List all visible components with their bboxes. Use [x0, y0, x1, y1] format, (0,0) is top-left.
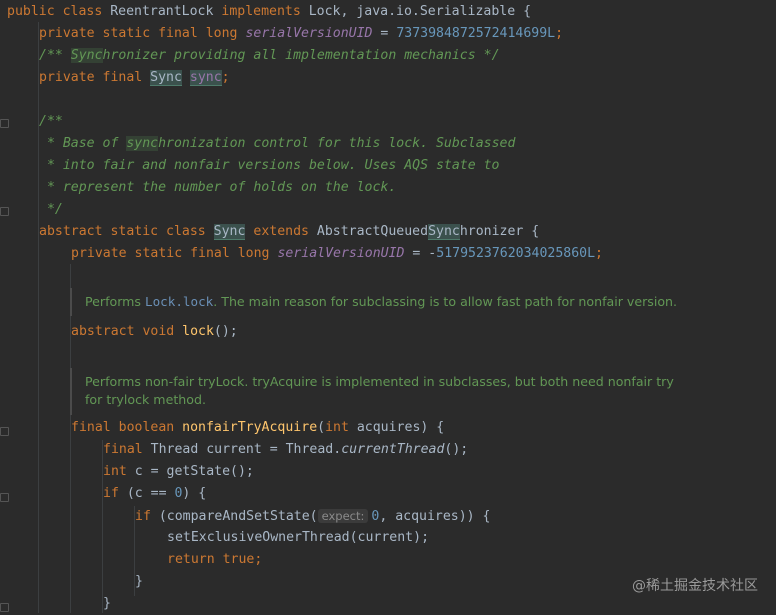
field-name: serialVersionUID — [245, 26, 373, 41]
code-line: if (compareAndSetState(expect: 0, acquire… — [135, 505, 491, 527]
code-line-serial-uid: private static final long serialVersionU… — [71, 243, 603, 265]
code-text: ( — [317, 420, 326, 435]
semicolon: ; — [254, 552, 263, 567]
search-highlight: Sync — [428, 224, 460, 240]
code-text: (); — [213, 324, 238, 339]
doc-text: Performs — [85, 294, 145, 309]
keyword: final — [103, 442, 151, 457]
code-line-class-decl: public class ReentrantLock implements Lo… — [7, 1, 531, 23]
comment-line: */ — [39, 202, 63, 217]
semicolon: ; — [221, 70, 230, 85]
search-highlight: sync — [126, 136, 159, 151]
number-literal: 5179523762034025860L — [436, 246, 596, 261]
code-text: , acquires)) { — [379, 509, 491, 524]
comment-line: * represent the number of holds on the l… — [39, 180, 397, 195]
keyword: private static final long — [39, 26, 246, 41]
keyword: extends — [245, 224, 317, 239]
keyword: public class — [7, 4, 111, 19]
fold-marker-icon[interactable] — [0, 207, 9, 216]
code-text: acquires) { — [348, 420, 445, 435]
keyword: implements — [221, 4, 309, 19]
comment-line: /** — [39, 114, 63, 129]
comment-text: hronizer providing all implementation me… — [102, 48, 500, 63]
boolean-literal: true — [222, 552, 255, 567]
keyword: return — [167, 552, 223, 567]
code-line-sync-field: private final Sync sync; — [39, 67, 230, 89]
code-text: (); — [444, 442, 469, 457]
code-line-serial-uid: private static final long serialVersionU… — [39, 23, 563, 45]
closing-brace: } — [135, 574, 143, 589]
keyword: abstract void — [71, 324, 183, 339]
comment-text: /** — [39, 48, 71, 63]
code-text: AbstractQueued — [316, 224, 429, 239]
static-method: currentThread — [341, 442, 445, 457]
keyword: abstract static class — [39, 224, 214, 239]
code-text: ) { — [182, 486, 207, 501]
closing-brace: } — [103, 596, 111, 611]
rendered-doc-comment: Performs Lock.lock. The main reason for … — [70, 288, 677, 316]
method-name: lock — [182, 324, 214, 339]
code-text: Lock, java.io.Serializable { — [308, 4, 532, 19]
keyword: int — [103, 464, 135, 479]
code-text: c = getState(); — [134, 464, 254, 479]
code-text: = - — [404, 246, 437, 261]
comment-text: hronization control for this lock. Subcl… — [158, 136, 516, 151]
code-text: (c == — [126, 486, 175, 501]
keyword: if — [103, 486, 127, 501]
semicolon: ; — [555, 26, 564, 41]
fold-marker-icon[interactable] — [0, 603, 9, 612]
fold-marker-icon[interactable] — [0, 427, 9, 436]
doc-text: Performs non-fair tryLock. tryAcquire is… — [85, 374, 674, 389]
code-text: = — [372, 26, 397, 41]
search-highlight: Sync — [150, 70, 182, 86]
keyword: final boolean — [71, 420, 183, 435]
search-highlight: Sync — [70, 48, 103, 63]
watermark: @稀土掘金技术社区 — [632, 578, 758, 594]
method-name: nonfairTryAcquire — [182, 420, 318, 435]
doc-text: . The main reason for subclassing is to … — [213, 294, 678, 309]
keyword: private static final long — [71, 246, 278, 261]
semicolon: ; — [595, 246, 603, 261]
field-name: serialVersionUID — [277, 246, 405, 261]
rendered-doc-comment: Performs non-fair tryLock. tryAcquire is… — [70, 368, 674, 415]
number-literal: 7373984872572414699L — [396, 26, 556, 41]
search-highlight: sync — [189, 70, 222, 86]
search-highlight: Sync — [213, 224, 246, 240]
code-line: int c = getState(); — [103, 461, 254, 483]
keyword: if — [135, 509, 159, 524]
code-line-sync-class: abstract static class Sync extends Abstr… — [39, 221, 539, 243]
doc-text: for trylock method. — [85, 392, 206, 407]
comment-text: * Base of — [39, 136, 127, 151]
code-editor[interactable]: public class ReentrantLock implements Lo… — [0, 0, 776, 613]
parameter-hint: expect: — [317, 509, 369, 523]
code-line: setExclusiveOwnerThread(current); — [167, 530, 430, 545]
class-name: ReentrantLock — [110, 4, 222, 19]
code-line-comment: /** Synchronizer providing all implement… — [39, 45, 500, 67]
fold-marker-icon[interactable] — [0, 119, 9, 128]
keyword: int — [325, 420, 349, 435]
code-text: (compareAndSetState( — [158, 509, 318, 524]
code-line: if (c == 0) { — [103, 483, 206, 505]
code-text: hronizer { — [459, 224, 540, 239]
code-line: final Thread current = Thread.currentThr… — [103, 439, 468, 461]
doc-code-link[interactable]: Lock.lock — [145, 294, 213, 309]
code-line-abstract-lock: abstract void lock(); — [71, 321, 238, 343]
keyword: private final — [39, 70, 151, 85]
code-line-method-decl: final boolean nonfairTryAcquire(int acqu… — [71, 417, 444, 439]
code-text: Thread current = Thread. — [150, 442, 342, 457]
fold-marker-icon[interactable] — [0, 493, 9, 502]
code-line: return true; — [167, 549, 262, 571]
comment-line: * Base of synchronization control for th… — [39, 133, 515, 155]
comment-line: * into fair and nonfair versions below. … — [39, 158, 500, 173]
